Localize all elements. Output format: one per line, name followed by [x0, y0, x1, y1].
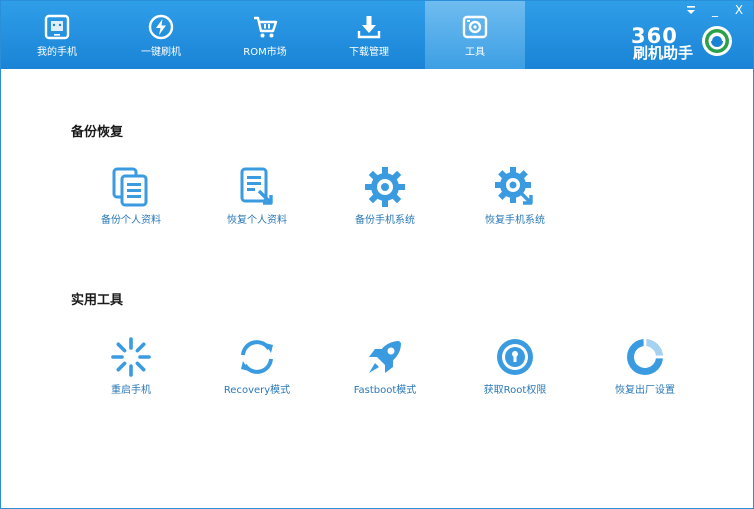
factory-reset-button[interactable]: 恢复出厂设置 — [585, 335, 705, 405]
backup-system-button[interactable]: 备份手机系统 — [325, 165, 445, 235]
restore-system-button[interactable]: 恢复手机系统 — [455, 165, 575, 235]
backup-system-icon — [365, 167, 405, 207]
tool-label: 获取Root权限 — [483, 385, 547, 396]
tab-label: 下载管理 — [349, 47, 389, 58]
section-title-tools: 实用工具 — [71, 293, 124, 308]
root-lock-icon — [497, 339, 533, 375]
tool-label: Fastboot模式 — [353, 385, 417, 396]
restore-data-icon — [240, 167, 273, 205]
backup-data-icon — [112, 167, 148, 207]
cart-icon — [254, 16, 278, 38]
download-icon — [357, 16, 381, 39]
section-title-backup: 备份恢复 — [71, 125, 124, 140]
tab-tools[interactable]: 工具 — [425, 1, 525, 69]
tab-rom-market[interactable]: ROM市场 — [215, 1, 315, 69]
window-controls: _ X — [683, 3, 747, 17]
tab-label: 我的手机 — [37, 47, 77, 58]
factory-reset-icon — [627, 338, 664, 375]
menu-icon — [687, 6, 695, 14]
tools-content: 备份恢复 备份个人资料 恢复个人资料 备份手机系统 恢复手机系统 实用工具 重启… — [1, 69, 753, 508]
flash-icon — [148, 14, 174, 40]
tab-label: ROM市场 — [243, 47, 287, 58]
toolbox-icon — [462, 15, 488, 39]
tab-my-phone[interactable]: 我的手机 — [7, 1, 107, 69]
tab-label: 一键刷机 — [141, 47, 181, 58]
rocket-icon — [369, 341, 401, 373]
recovery-icon — [241, 340, 273, 374]
tool-label: 恢复出厂设置 — [615, 385, 675, 396]
brand-logo-icon — [702, 26, 732, 56]
close-button[interactable]: X — [731, 3, 747, 17]
reboot-icon — [111, 337, 151, 377]
backup-data-button[interactable]: 备份个人资料 — [71, 165, 191, 235]
tool-label: Recovery模式 — [223, 385, 291, 396]
top-nav-bar: 我的手机 一键刷机 ROM市场 下载管理 工具 _ X 360 刷机助手 — [1, 1, 753, 69]
tool-label: 恢复手机系统 — [485, 215, 545, 226]
brand-name: 刷机助手 — [633, 44, 694, 62]
phone-icon — [44, 14, 70, 40]
tool-label: 恢复个人资料 — [227, 215, 287, 226]
tool-label: 重启手机 — [111, 385, 151, 396]
tab-one-click-flash[interactable]: 一键刷机 — [111, 1, 211, 69]
brand-logo-area: 360 刷机助手 — [631, 25, 747, 65]
app-window: 我的手机 一键刷机 ROM市场 下载管理 工具 _ X 360 刷机助手 备份恢… — [0, 0, 754, 509]
tab-label: 工具 — [465, 47, 485, 58]
menu-button[interactable] — [683, 3, 699, 17]
recovery-mode-button[interactable]: Recovery模式 — [197, 335, 317, 405]
tab-download-manager[interactable]: 下载管理 — [319, 1, 419, 69]
restore-data-button[interactable]: 恢复个人资料 — [197, 165, 317, 235]
tool-label: 备份手机系统 — [355, 215, 415, 226]
get-root-button[interactable]: 获取Root权限 — [455, 335, 575, 405]
minimize-button[interactable]: _ — [707, 3, 723, 17]
reboot-phone-button[interactable]: 重启手机 — [71, 335, 191, 405]
tool-label: 备份个人资料 — [101, 215, 161, 226]
restore-system-icon — [495, 167, 533, 205]
fastboot-mode-button[interactable]: Fastboot模式 — [325, 335, 445, 405]
